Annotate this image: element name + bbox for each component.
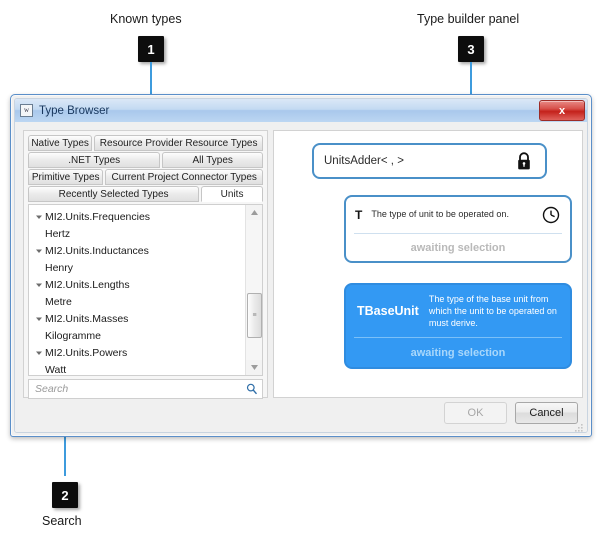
tree-item-label: MI2.Units.Frequencies: [45, 210, 151, 223]
search-icon[interactable]: [245, 383, 258, 395]
tree-child-row[interactable]: Henry: [33, 259, 245, 276]
callout-label-1: Known types: [110, 12, 182, 26]
tree-item-label: MI2.Units.Inductances: [45, 244, 149, 257]
chevron-down-icon[interactable]: [33, 208, 45, 225]
tree-item-label: Hertz: [45, 227, 71, 240]
tree-item-label: Watt: [45, 363, 67, 376]
type-category-tabs: Native Types Resource Provider Resource …: [28, 135, 263, 202]
parameter-description: The type of the base unit from which the…: [428, 293, 557, 329]
tree-list: MI2.Units.Frequencies Hertz MI2.Units.In…: [29, 205, 245, 375]
tab-all-types[interactable]: All Types: [162, 152, 263, 168]
parameter-description: The type of unit to be operated on.: [371, 209, 509, 220]
tree-group-row[interactable]: MI2.Units.Inductances: [33, 242, 245, 259]
search-box[interactable]: [28, 379, 263, 399]
scroll-down-icon[interactable]: [246, 360, 262, 375]
root-type-label: UnitsAdder< , >: [324, 155, 404, 167]
dialog-body: Native Types Resource Provider Resource …: [15, 122, 587, 432]
type-parameter-card-t[interactable]: T The type of unit to be operated on. aw…: [344, 195, 572, 263]
card-header: TBaseUnit The type of the base unit from…: [346, 285, 570, 337]
chevron-down-icon[interactable]: [33, 242, 45, 259]
tab-row-2: .NET Types All Types: [28, 152, 263, 168]
dialog-footer: OK Cancel: [444, 402, 578, 424]
parameter-status: awaiting selection: [410, 242, 506, 254]
root-type-slot[interactable]: UnitsAdder< , >: [312, 143, 547, 179]
tree-item-label: MI2.Units.Lengths: [45, 278, 130, 291]
callout-badge-1: 1: [138, 36, 164, 62]
search-input[interactable]: [33, 382, 245, 396]
parameter-name: T: [355, 208, 363, 222]
tree-scrollbar[interactable]: ≡: [245, 205, 262, 375]
card-header: T The type of unit to be operated on.: [346, 197, 570, 233]
clock-icon: [541, 206, 561, 224]
resize-grip-icon[interactable]: [574, 420, 584, 432]
tree-item-label: Metre: [45, 295, 72, 308]
callout-badge-2: 2: [52, 482, 78, 508]
scroll-up-icon[interactable]: [246, 205, 262, 220]
window-titlebar[interactable]: w Type Browser x: [15, 99, 587, 123]
tree-child-row[interactable]: Metre: [33, 293, 245, 310]
tree-group-row[interactable]: MI2.Units.Lengths: [33, 276, 245, 293]
parameter-status: awaiting selection: [410, 347, 506, 359]
close-icon[interactable]: x: [539, 100, 585, 121]
type-parameter-card-tbaseunit[interactable]: TBaseUnit The type of the base unit from…: [344, 283, 572, 369]
tree-group-row[interactable]: MI2.Units.Powers: [33, 344, 245, 361]
cancel-button[interactable]: Cancel: [515, 402, 578, 424]
scrollbar-thumb[interactable]: ≡: [247, 293, 262, 338]
chevron-down-icon[interactable]: [33, 344, 45, 361]
tab-units[interactable]: Units: [201, 186, 263, 202]
lock-icon: [513, 151, 535, 171]
tree-group-row[interactable]: MI2.Units.Masses: [33, 310, 245, 327]
chevron-down-icon[interactable]: [33, 310, 45, 327]
tab-net-types[interactable]: .NET Types: [28, 152, 161, 168]
callout-label-3: Type builder panel: [417, 12, 520, 26]
tree-child-row[interactable]: Watt: [33, 361, 245, 376]
tab-row-1: Native Types Resource Provider Resource …: [28, 135, 263, 151]
tree-item-label: MI2.Units.Masses: [45, 312, 129, 325]
window-title: Type Browser: [39, 104, 110, 117]
callout-label-2: Search: [42, 514, 82, 528]
tab-native-types[interactable]: Native Types: [28, 135, 93, 151]
window-inner: w Type Browser x Native Types Resource P…: [14, 98, 588, 433]
parameter-name: TBaseUnit: [357, 304, 419, 318]
tree-item-label: Henry: [45, 261, 74, 274]
tab-row-4: Recently Selected Types Units: [28, 186, 263, 202]
callout-badge-3: 3: [458, 36, 484, 62]
known-types-panel: Native Types Resource Provider Resource …: [23, 130, 268, 399]
tab-primitive-types[interactable]: Primitive Types: [28, 169, 104, 185]
tab-row-3: Primitive Types Current Project Connecto…: [28, 169, 263, 185]
type-builder-panel: UnitsAdder< , > T The type of unit to be…: [273, 130, 583, 398]
tree-child-row[interactable]: Hertz: [33, 225, 245, 242]
tab-resource-provider-resource-types[interactable]: Resource Provider Resource Types: [94, 135, 263, 151]
tree-item-label: MI2.Units.Powers: [45, 346, 128, 359]
tree-item-label: Kilogramme: [45, 329, 102, 342]
app-icon: w: [20, 104, 33, 117]
chevron-down-icon[interactable]: [33, 276, 45, 293]
type-browser-window: w Type Browser x Native Types Resource P…: [10, 94, 592, 437]
tree-group-row[interactable]: MI2.Units.Frequencies: [33, 208, 245, 225]
tab-recently-selected-types[interactable]: Recently Selected Types: [28, 186, 200, 202]
known-types-tree[interactable]: MI2.Units.Frequencies Hertz MI2.Units.In…: [28, 204, 263, 376]
callout-connector-1: [150, 62, 152, 96]
ok-button[interactable]: OK: [444, 402, 507, 424]
tree-child-row[interactable]: Kilogramme: [33, 327, 245, 344]
tab-current-project-connector-types[interactable]: Current Project Connector Types: [105, 169, 263, 185]
